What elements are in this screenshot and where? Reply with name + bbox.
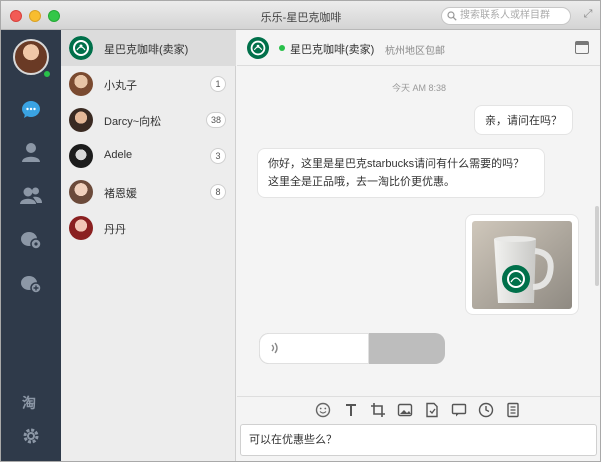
sidebar-nav: 淘 [1,30,61,461]
avatar [69,108,93,132]
fullscreen-icon[interactable]: ⤢ [581,8,595,22]
outgoing-message[interactable]: 亲，请问在吗？ [474,105,573,135]
message-box-icon[interactable] [451,402,467,418]
font-icon[interactable] [343,402,359,418]
contact-name: 丹丹 [104,224,126,236]
incoming-message[interactable]: 你好，这里是星巴克starbucks请问有什么需要的吗？这里全是正品哦，去一淘比… [257,148,545,198]
search-input[interactable]: 搜索联系人或样目群 [441,7,571,25]
avatar [69,144,93,168]
online-status-icon [279,45,285,51]
starbucks-mug-image [472,221,572,309]
conversation-item[interactable]: 星巴克咖啡(卖家) [61,30,236,66]
avatar[interactable] [13,39,49,75]
unread-count-badge: 8 [210,184,226,200]
image-icon[interactable] [397,402,413,418]
unread-count-badge: 1 [210,76,226,92]
contact-name: Darcy~向松 [104,116,162,128]
search-icon [447,11,457,21]
contact-name: 褚恩媛 [104,188,137,200]
conversation-list: 星巴克咖啡(卖家) 小丸子 1 Darcy~向松 38 Adele 3 褚恩媛 … [61,30,236,461]
group-chat-icon[interactable] [20,229,42,251]
chat-partner-subtitle: 杭州地区包邮 [385,46,445,57]
settings-gear-icon[interactable] [20,425,42,447]
chat-window: 乐乐-星巴克咖啡 搜索联系人或样目群 ⤢ 淘 星巴克咖啡(卖家) 小丸子 1 D… [0,0,601,462]
contact-name: Adele [104,149,133,161]
voice-playback-icon [269,341,283,358]
message-list: 今天 AM 8:38 亲，请问在吗？ 你好，这里是星巴克starbucks请问有… [237,66,600,396]
voice-message[interactable] [259,333,445,364]
conversation-item[interactable]: 小丸子 1 [61,66,236,102]
emoji-icon[interactable] [315,402,331,418]
avatar [69,180,93,204]
online-status-icon [43,70,51,78]
conversation-item[interactable]: 褚恩媛 8 [61,174,236,210]
title-bar: 乐乐-星巴克咖啡 搜索联系人或样目群 ⤢ [1,1,600,30]
avatar [69,72,93,96]
messages-icon[interactable] [20,98,42,120]
contact-icon[interactable] [20,141,42,163]
unread-count-badge: 38 [205,112,226,128]
message-input[interactable]: 可以在优惠些么？ [240,424,597,456]
chat-partner-name: 星巴克咖啡(卖家) [290,44,375,56]
contact-name: 小丸子 [104,80,137,92]
search-placeholder: 搜索联系人或样目群 [460,10,550,21]
conversation-item[interactable]: Adele 3 [61,138,236,174]
message-timestamp: 今天 AM 8:38 [391,83,447,93]
group-contacts-icon[interactable] [20,184,42,206]
contact-name: 星巴克咖啡(卖家) [104,44,189,56]
conversation-item[interactable]: 丹丹 [61,210,236,246]
history-clock-icon[interactable] [478,402,494,418]
unread-count-badge: 3 [210,148,226,164]
conversation-item[interactable]: Darcy~向松 38 [61,102,236,138]
side-panel-icon[interactable] [575,41,589,54]
chat-header: 星巴克咖啡(卖家) 杭州地区包邮 [237,30,600,66]
crop-screenshot-icon[interactable] [370,402,386,418]
compose-toolbar [237,396,600,422]
starbucks-logo-icon [247,37,269,59]
starbucks-logo-icon [69,36,93,60]
avatar [69,216,93,240]
discussion-icon[interactable] [20,273,42,295]
taobao-icon[interactable]: 淘 [20,391,42,413]
file-icon[interactable] [424,402,440,418]
message-scrollbar[interactable] [595,206,599,286]
image-message[interactable] [465,214,579,315]
svg-text:淘: 淘 [22,395,36,412]
document-icon[interactable] [505,402,521,418]
